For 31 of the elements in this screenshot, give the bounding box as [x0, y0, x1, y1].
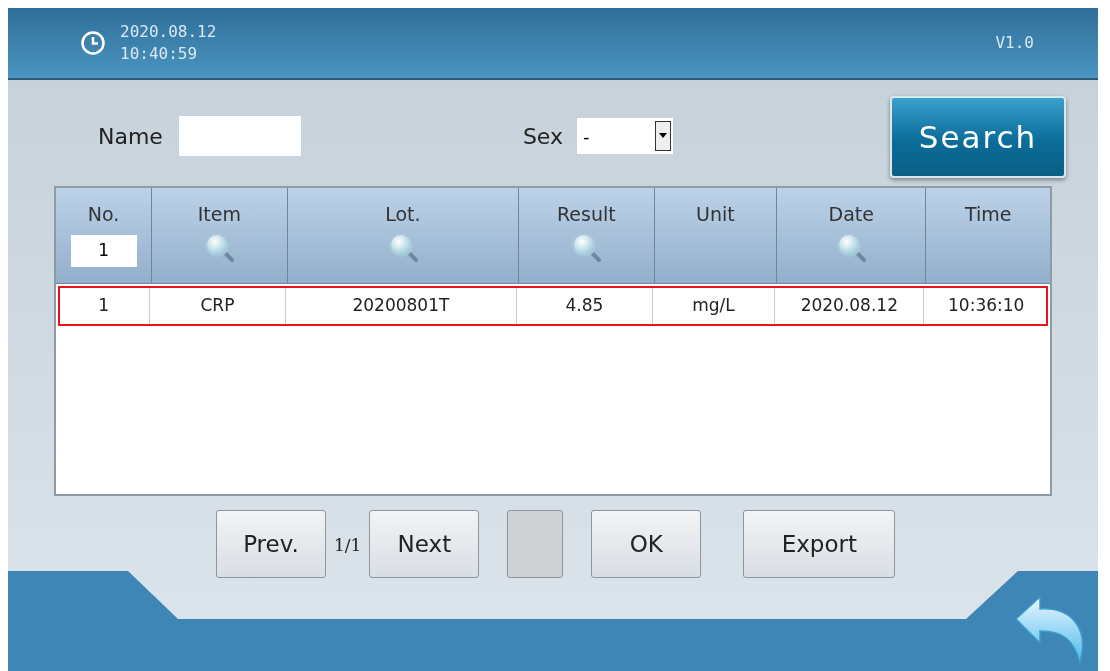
blank-button[interactable]	[507, 510, 564, 578]
action-button[interactable]: Export	[743, 510, 896, 578]
column-header: No.	[87, 202, 120, 227]
table-cell-text: 1	[98, 293, 110, 317]
next-button[interactable]: Next	[369, 510, 480, 578]
name-label: Name	[98, 122, 163, 151]
column-header: Time	[964, 202, 1012, 227]
table-cell-text: 10:36:10	[948, 293, 1025, 317]
name-field[interactable]	[178, 116, 301, 156]
column-header: Item	[197, 202, 241, 227]
date-text: 2020.08.12	[120, 21, 217, 43]
table-cell-text: 2020.08.12	[800, 293, 898, 317]
sex-label: Sex	[522, 122, 564, 151]
column-header: Lot.	[385, 202, 421, 227]
table-cell-text: CRP	[200, 293, 235, 317]
sex-dropdown[interactable]: -	[577, 118, 674, 154]
table-cell-text: 20200801T	[352, 293, 450, 317]
table-cell-text: mg/L	[692, 293, 735, 317]
time-text: 10:40:59	[120, 43, 199, 65]
table-cell-text: 4.85	[565, 293, 604, 317]
clock-icon	[80, 30, 106, 56]
number-field[interactable]: 1	[70, 234, 137, 267]
table-row[interactable]: 1 CRP 20200801T 4.85 mg/L 2020.08.12 10:36:10	[58, 286, 1048, 326]
page-indicator: 1/1	[334, 534, 362, 557]
action-button[interactable]: OK	[591, 510, 702, 578]
version-text: V1.0	[995, 32, 1034, 54]
column-header: Unit	[696, 202, 735, 227]
column-header: Date	[828, 202, 874, 227]
search-button[interactable]: Search	[890, 96, 1066, 178]
column-header: Result	[557, 202, 616, 227]
prev-button[interactable]: Prev.	[216, 510, 326, 578]
